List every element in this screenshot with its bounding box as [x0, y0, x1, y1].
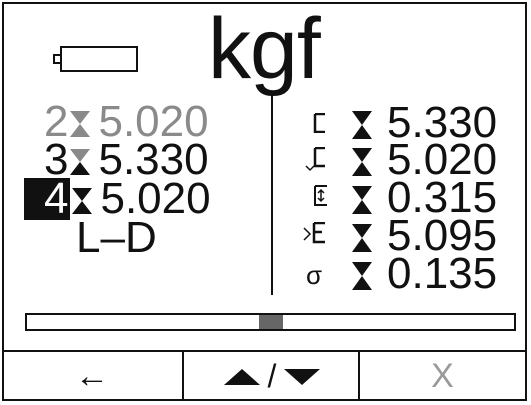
clear-label: X [431, 357, 454, 395]
max-icon [313, 113, 325, 133]
unit-label: kgf [208, 1, 321, 97]
softkey-bar: ← / X [2, 350, 527, 401]
back-button[interactable]: ← [2, 352, 182, 401]
hourglass-icon [352, 224, 372, 252]
hourglass-icon [352, 148, 372, 176]
position-bar[interactable] [25, 313, 516, 331]
mode-label: L–D [76, 213, 157, 262]
sigma-icon: σ [306, 260, 323, 290]
reading-index-selected: 4 [24, 177, 71, 221]
battery-icon [53, 46, 138, 72]
hourglass-icon [70, 111, 91, 138]
down-arrow-icon [284, 368, 321, 385]
column-divider [271, 95, 273, 295]
updown-separator: / [267, 358, 277, 394]
up-down-button[interactable]: / [182, 352, 360, 401]
mean-icon [303, 222, 325, 244]
hourglass-icon [352, 262, 372, 290]
min-icon [305, 147, 325, 172]
range-icon [314, 185, 327, 206]
up-arrow-icon [223, 368, 260, 385]
hourglass-icon [352, 111, 372, 139]
back-arrow-icon: ← [75, 357, 109, 395]
position-thumb[interactable] [259, 315, 283, 329]
hourglass-icon [352, 186, 372, 214]
clear-button[interactable]: X [358, 352, 525, 401]
hourglass-icon [70, 149, 91, 176]
stat-sigma-value: 0.135 [387, 249, 498, 298]
hourglass-icon [72, 188, 93, 215]
